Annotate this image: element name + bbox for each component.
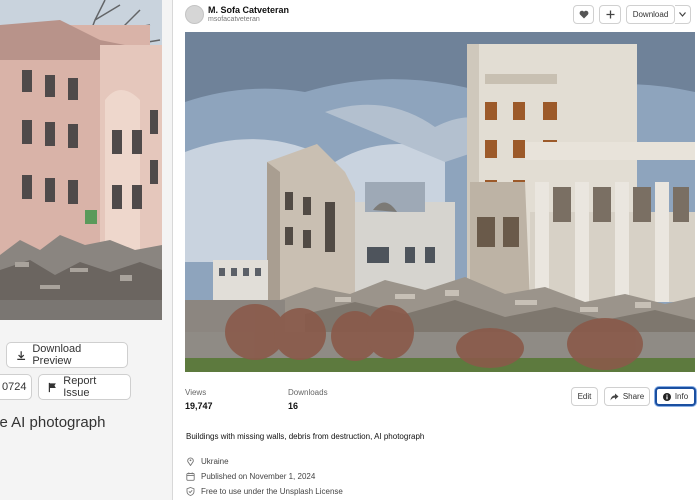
background-photo xyxy=(0,0,162,320)
edit-label: Edit xyxy=(577,392,592,401)
download-icon xyxy=(17,350,26,360)
edit-button[interactable]: Edit xyxy=(571,387,598,406)
license-row: Free to use under the Unsplash License xyxy=(186,487,343,496)
download-preview-button[interactable]: Download Preview xyxy=(6,342,128,368)
avatar[interactable] xyxy=(185,5,204,24)
info-label: Info xyxy=(674,392,689,401)
image-id-button[interactable]: 0724 xyxy=(0,374,32,400)
download-options-button[interactable] xyxy=(675,5,691,24)
info-icon xyxy=(662,392,671,401)
views-value: 19,747 xyxy=(185,401,213,411)
background-page: Download Preview 0724 Report Issue ve AI… xyxy=(0,0,172,500)
license-text[interactable]: Free to use under the Unsplash License xyxy=(201,487,343,496)
report-issue-button[interactable]: Report Issue xyxy=(38,374,131,400)
add-to-collection-button[interactable] xyxy=(599,5,621,24)
download-button[interactable]: Download xyxy=(626,5,675,24)
shield-check-icon xyxy=(186,487,195,496)
published-row: Published on November 1, 2024 xyxy=(186,472,315,481)
modal-header: M. Sofa Catveteran msofacatveteran Downl… xyxy=(173,0,700,30)
author-name[interactable]: M. Sofa Catveteran xyxy=(208,5,289,15)
share-button[interactable]: Share xyxy=(604,387,650,406)
photo-description: Buildings with missing walls, debris fro… xyxy=(186,432,425,441)
plus-icon xyxy=(606,10,614,19)
location-pin-icon xyxy=(187,457,194,466)
downloads-label: Downloads xyxy=(288,388,328,397)
share-icon xyxy=(610,393,619,400)
downloads-value: 16 xyxy=(288,401,299,411)
like-button[interactable] xyxy=(573,5,594,24)
heart-icon xyxy=(579,10,588,19)
image-id-label: 0724 xyxy=(2,381,27,393)
chevron-down-icon xyxy=(679,12,686,17)
share-label: Share xyxy=(622,392,645,401)
published-text: Published on November 1, 2024 xyxy=(201,472,316,481)
photo-details-modal: M. Sofa Catveteran msofacatveteran Downl… xyxy=(172,0,700,500)
download-button-label: Download xyxy=(632,10,669,19)
main-photo[interactable] xyxy=(185,32,695,372)
views-label: Views xyxy=(185,388,207,397)
author-handle[interactable]: msofacatveteran xyxy=(208,16,260,23)
location-row: Ukraine xyxy=(186,457,229,466)
report-issue-label: Report Issue xyxy=(63,375,97,399)
info-button[interactable]: Info xyxy=(655,387,696,406)
flag-icon xyxy=(48,382,56,392)
download-preview-label: Download Preview xyxy=(32,343,82,367)
location-text[interactable]: Ukraine xyxy=(201,457,229,466)
calendar-icon xyxy=(186,472,195,481)
background-page-title: ve AI photograph xyxy=(0,414,106,431)
